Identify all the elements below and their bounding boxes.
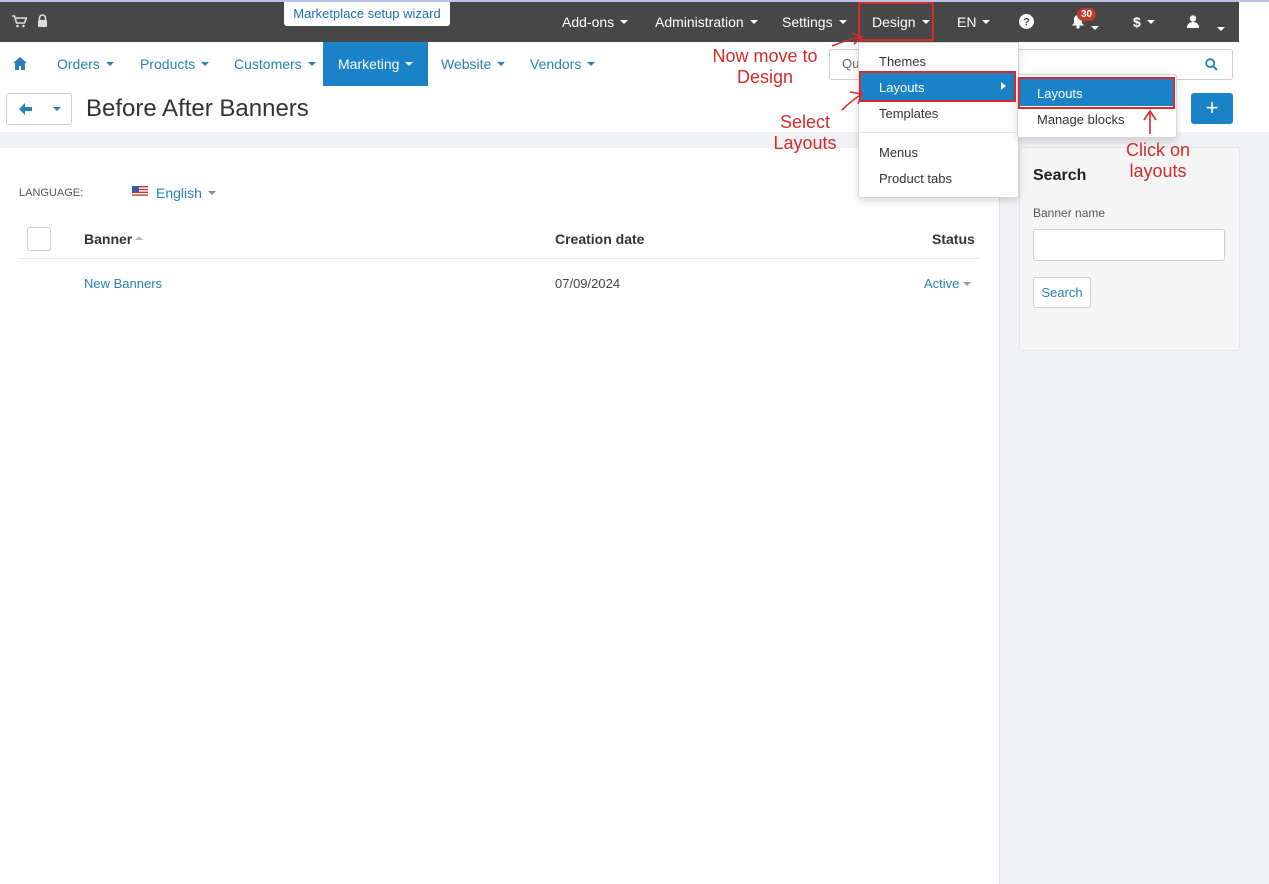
sidebar-search-title: Search: [1033, 167, 1087, 184]
language-selector[interactable]: English: [156, 185, 216, 201]
addons-menu[interactable]: Add-ons: [562, 14, 629, 30]
annotation-step-3-line-1: Click on: [1125, 140, 1191, 160]
annotation-step-2-line-2: Layouts: [773, 133, 837, 153]
nav-vendors-label: Vendors: [530, 56, 582, 72]
us-flag-icon: [132, 186, 148, 197]
cart-icon[interactable]: [12, 15, 27, 28]
menu-item-templates[interactable]: Templates: [879, 106, 938, 121]
banner-header-label: Banner: [84, 231, 133, 247]
banner-name-link[interactable]: New Banners: [84, 276, 162, 291]
sidebar-search-button[interactable]: Search: [1033, 277, 1091, 308]
page-title: Before After Banners: [86, 95, 309, 122]
nav-orders[interactable]: Orders: [57, 42, 114, 86]
select-all-checkbox[interactable]: [27, 227, 51, 251]
menu-item-product-tabs[interactable]: Product tabs: [879, 171, 952, 186]
highlight-design-menu: [858, 2, 934, 41]
banner-name-input[interactable]: [1033, 229, 1225, 261]
annotation-step-3-line-2: layouts: [1129, 161, 1187, 181]
table-header-divider: [18, 258, 979, 259]
banner-name-label: Banner name: [1033, 206, 1106, 220]
nav-products[interactable]: Products: [140, 42, 210, 86]
arrow-left-icon: [19, 103, 32, 115]
settings-label: Settings: [782, 14, 833, 30]
highlight-layouts-subitem: [1018, 77, 1175, 109]
nav-orders-label: Orders: [57, 56, 100, 72]
menu-item-themes[interactable]: Themes: [879, 54, 926, 69]
highlight-layouts-item: [859, 71, 1016, 102]
annotation-step-1-line-1: Now move to: [712, 46, 818, 66]
annotation-step-2: Select Layouts: [766, 112, 844, 154]
menu-divider: [859, 132, 1016, 133]
menu-item-menus[interactable]: Menus: [879, 145, 918, 160]
nav-website[interactable]: Website: [441, 42, 506, 86]
language-selector-label: LANGUAGE:: [19, 187, 84, 199]
column-header-banner[interactable]: Banner: [84, 231, 144, 247]
status-dropdown[interactable]: Active: [924, 276, 972, 291]
search-icon: [1205, 58, 1218, 71]
notifications-badge: 30: [1077, 8, 1097, 21]
notifications-caret-icon[interactable]: [1091, 25, 1099, 30]
nav-customers[interactable]: Customers: [234, 42, 316, 86]
svg-text:?: ?: [1023, 17, 1030, 29]
lock-icon[interactable]: [37, 14, 48, 27]
home-icon[interactable]: [13, 57, 27, 70]
window-edge: [0, 0, 1269, 2]
column-header-status[interactable]: Status: [932, 231, 975, 247]
submenu-item-manage-blocks[interactable]: Manage blocks: [1037, 112, 1124, 127]
user-caret-icon[interactable]: [1217, 26, 1226, 31]
back-dropdown-button[interactable]: [44, 93, 72, 125]
nav-website-label: Website: [441, 56, 492, 72]
language-menu[interactable]: EN: [957, 14, 991, 30]
back-button[interactable]: [6, 93, 46, 125]
administration-label: Administration: [655, 14, 744, 30]
column-header-creation-date[interactable]: Creation date: [555, 231, 644, 247]
add-banner-button[interactable]: +: [1191, 93, 1233, 124]
annotation-step-3: Click on layouts: [1118, 140, 1198, 182]
nav-vendors[interactable]: Vendors: [530, 42, 596, 86]
quick-search-text: Qu: [842, 56, 860, 71]
nav-customers-label: Customers: [234, 56, 302, 72]
language-label: EN: [957, 14, 977, 30]
currency-menu[interactable]: $: [1133, 14, 1155, 30]
sort-asc-icon: [135, 236, 144, 241]
language-value: English: [156, 185, 202, 201]
banner-creation-date: 07/09/2024: [555, 276, 621, 291]
annotation-step-1: Now move to Design: [708, 46, 822, 88]
annotation-step-1-line-2: Design: [736, 67, 794, 87]
administration-menu[interactable]: Administration: [655, 14, 758, 30]
nav-marketing[interactable]: Marketing: [323, 42, 429, 86]
chevron-down-icon: [53, 107, 61, 111]
marketplace-setup-wizard-button[interactable]: Marketplace setup wizard: [284, 2, 450, 26]
settings-menu[interactable]: Settings: [782, 14, 847, 30]
nav-products-label: Products: [140, 56, 196, 72]
annotation-step-2-line-1: Select: [779, 112, 831, 132]
currency-label: $: [1133, 14, 1141, 30]
nav-marketing-label: Marketing: [338, 56, 400, 72]
status-value: Active: [924, 276, 960, 291]
help-icon[interactable]: ?: [1019, 14, 1034, 29]
addons-label: Add-ons: [562, 14, 615, 30]
user-icon[interactable]: [1187, 15, 1199, 28]
quick-search-button[interactable]: [1191, 49, 1233, 80]
